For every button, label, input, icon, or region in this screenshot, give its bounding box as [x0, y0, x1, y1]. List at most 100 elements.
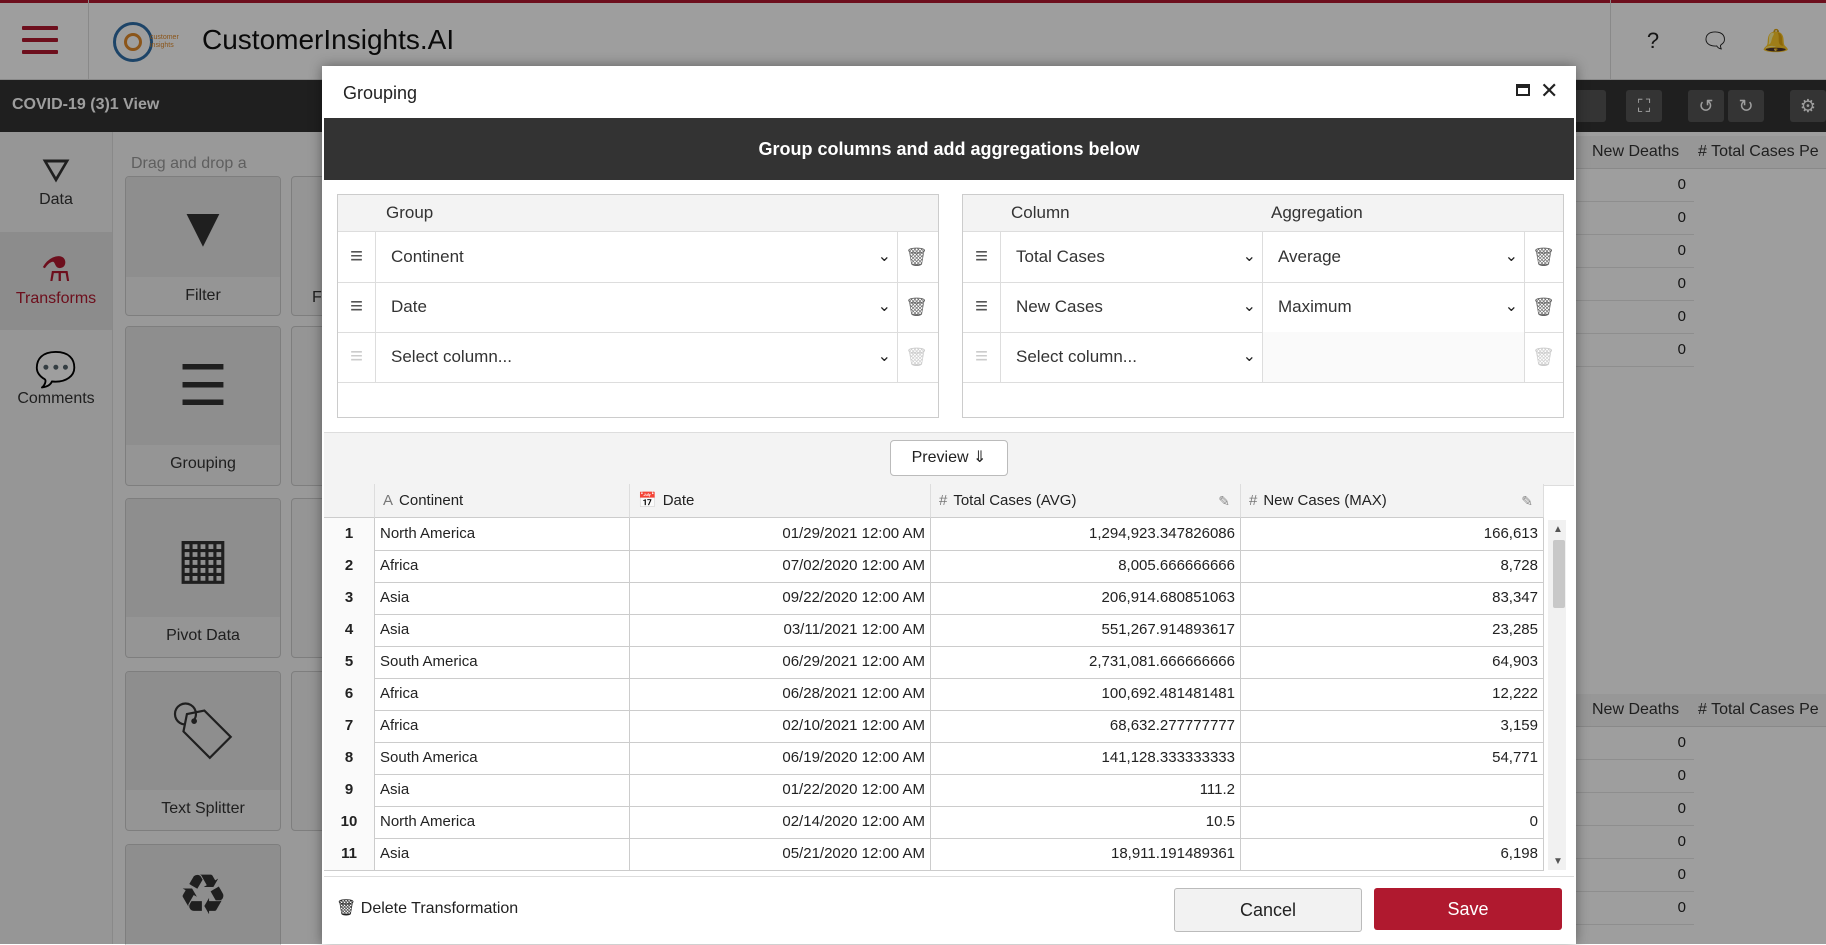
table-cell: 10.5 [931, 806, 1241, 838]
aggregation-function-select [1263, 332, 1525, 382]
table-cell: South America [375, 646, 630, 678]
row-index: 6 [324, 678, 375, 710]
trash-icon: 🗑 [1532, 347, 1555, 367]
row-index: 7 [324, 710, 375, 742]
aggregation-panel: Column Aggregation ≡ Total Cases ⌄ Averag… [962, 194, 1564, 418]
table-cell: 54,771 [1241, 742, 1544, 774]
trash-icon[interactable]: 🗑 [1526, 232, 1561, 282]
table-cell: 01/29/2021 12:00 AM [630, 518, 931, 550]
scrollbar-thumb[interactable] [1553, 540, 1565, 608]
aggregation-row: ≡ New Cases ⌄ Maximum ⌄ 🗑 [963, 282, 1563, 333]
aggregation-header-label: Aggregation [1271, 203, 1363, 222]
aggregation-column-select[interactable]: Select column... ⌄ [1001, 332, 1263, 382]
text-type-icon: A [383, 492, 394, 509]
group-column-select[interactable]: Date ⌄ [376, 282, 898, 332]
pencil-icon[interactable]: ✎ [1521, 484, 1533, 518]
table-cell: Asia [375, 614, 630, 646]
preview-button[interactable]: Preview ⇓ [890, 440, 1008, 476]
group-row: ≡ Continent ⌄ 🗑 [338, 232, 938, 283]
table-row: 9 Asia 01/22/2020 12:00 AM 111.2 [324, 774, 1544, 807]
chevron-down-icon: ⌄ [1242, 298, 1256, 315]
chevron-down-icon: ⌄ [1242, 348, 1256, 365]
pencil-icon[interactable]: ✎ [1218, 484, 1230, 518]
row-index: 1 [324, 518, 375, 550]
row-index: 3 [324, 582, 375, 614]
trash-icon[interactable]: 🗑 [899, 232, 934, 282]
delete-transformation-button[interactable]: 🗑 Delete Transformation [336, 898, 518, 918]
table-cell: Asia [375, 774, 630, 806]
table-row: 3 Asia 09/22/2020 12:00 AM 206,914.68085106… [324, 582, 1544, 615]
drag-handle-icon: ≡ [338, 332, 376, 382]
index-header [324, 484, 375, 518]
save-button[interactable]: Save [1374, 888, 1562, 930]
table-cell: 111.2 [931, 774, 1241, 806]
aggregation-function-select[interactable]: Average ⌄ [1263, 232, 1525, 282]
group-row: ≡ Date ⌄ 🗑 [338, 282, 938, 333]
aggregation-row: ≡ Total Cases ⌄ Average ⌄ 🗑 [963, 232, 1563, 283]
table-cell: 83,347 [1241, 582, 1544, 614]
chevron-down-icon: ⌄ [1504, 248, 1518, 265]
column-header-continent[interactable]: A Continent [375, 484, 630, 518]
chevron-down-icon: ⌄ [877, 248, 891, 265]
drag-handle-icon[interactable]: ≡ [338, 282, 376, 332]
table-cell: 166,613 [1241, 518, 1544, 550]
row-index: 10 [324, 806, 375, 838]
trash-icon[interactable]: 🗑 [1526, 282, 1561, 332]
group-row: ≡ Select column... ⌄ 🗑 [338, 332, 938, 383]
drag-handle-icon[interactable]: ≡ [963, 232, 1001, 282]
table-cell: 68,632.277777777 [931, 710, 1241, 742]
scroll-down-icon[interactable]: ▼ [1553, 856, 1563, 867]
table-cell: 64,903 [1241, 646, 1544, 678]
number-type-icon: # [939, 492, 948, 509]
aggregation-header: Column Aggregation [963, 195, 1563, 232]
drag-handle-icon[interactable]: ≡ [338, 232, 376, 282]
column-header-date[interactable]: 📅 Date [630, 484, 931, 518]
dialog-title: Grouping [343, 83, 418, 103]
row-index: 9 [324, 774, 375, 806]
aggregation-column-select[interactable]: New Cases ⌄ [1001, 282, 1263, 332]
table-row: 2 Africa 07/02/2020 12:00 AM 8,005.66666666… [324, 550, 1544, 583]
number-type-icon: # [1249, 492, 1258, 509]
table-cell: 02/14/2020 12:00 AM [630, 806, 931, 838]
column-header-new-cases-max[interactable]: # New Cases (MAX) ✎ [1241, 484, 1544, 518]
column-header-total-cases-avg[interactable]: # Total Cases (AVG) ✎ [931, 484, 1241, 518]
table-cell: 12,222 [1241, 678, 1544, 710]
aggregation-function-select[interactable]: Maximum ⌄ [1263, 282, 1525, 332]
group-column-select[interactable]: Continent ⌄ [376, 232, 898, 282]
table-cell: 0 [1241, 806, 1544, 838]
table-cell: Africa [375, 678, 630, 710]
row-index: 4 [324, 614, 375, 646]
chevron-down-icon: ⌄ [877, 348, 891, 365]
table-cell: 06/19/2020 12:00 AM [630, 742, 931, 774]
group-panel: Group ≡ Continent ⌄ 🗑 ≡ Date ⌄ 🗑 ≡ Select … [337, 194, 939, 418]
aggregation-column-select[interactable]: Total Cases ⌄ [1001, 232, 1263, 282]
maximize-icon[interactable] [1516, 84, 1530, 96]
table-row: 11 Asia 05/21/2020 12:00 AM 18,911.19148936… [324, 838, 1544, 871]
table-row: 5 South America 06/29/2021 12:00 AM 2,731,0… [324, 646, 1544, 679]
cancel-button[interactable]: Cancel [1174, 888, 1362, 932]
row-index: 8 [324, 742, 375, 774]
column-header: Column [1011, 203, 1070, 222]
table-cell: 03/11/2021 12:00 AM [630, 614, 931, 646]
table-cell: 07/02/2020 12:00 AM [630, 550, 931, 582]
table-cell: North America [375, 806, 630, 838]
drag-handle-icon: ≡ [963, 332, 1001, 382]
scroll-up-icon[interactable]: ▲ [1553, 524, 1563, 535]
row-index: 2 [324, 550, 375, 582]
drag-handle-icon[interactable]: ≡ [963, 282, 1001, 332]
trash-icon[interactable]: 🗑 [899, 282, 934, 332]
chevron-down-icon: ⌄ [877, 298, 891, 315]
table-cell [1241, 774, 1544, 806]
close-icon[interactable]: ✕ [1540, 78, 1558, 104]
table-cell: 2,731,081.666666666 [931, 646, 1241, 678]
group-column-select[interactable]: Select column... ⌄ [376, 332, 898, 382]
trash-icon: 🗑 [905, 347, 928, 367]
table-row: 6 Africa 06/28/2021 12:00 AM 100,692.481481… [324, 678, 1544, 711]
table-row: 4 Asia 03/11/2021 12:00 AM 551,267.91489361… [324, 614, 1544, 647]
table-cell: 09/22/2020 12:00 AM [630, 582, 931, 614]
table-cell: 141,128.333333333 [931, 742, 1241, 774]
row-index: 11 [324, 838, 375, 870]
table-cell: 1,294,923.347826086 [931, 518, 1241, 550]
table-cell: South America [375, 742, 630, 774]
table-cell: Asia [375, 838, 630, 870]
